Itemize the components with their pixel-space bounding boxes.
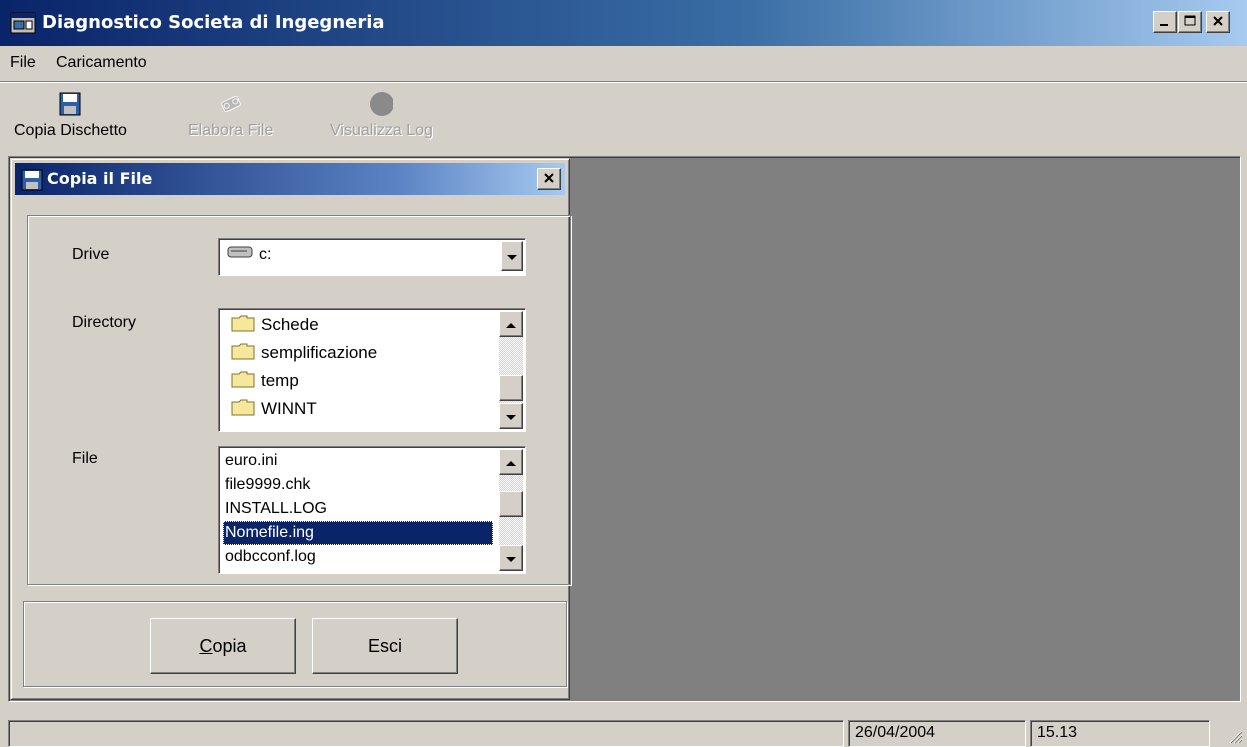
copy-button-text: opia <box>212 635 247 656</box>
scroll-thumb[interactable] <box>499 491 523 517</box>
button-frame: Copia Esci <box>23 601 567 687</box>
dialog-close-button[interactable] <box>537 168 561 190</box>
app-icon <box>10 12 36 34</box>
dialog-title: Copia il File <box>47 169 153 188</box>
process-icon <box>219 90 243 118</box>
file-item[interactable]: euro.ini <box>223 449 493 473</box>
directory-label: Directory <box>72 314 137 331</box>
file-label: File <box>72 450 98 467</box>
status-date: 26/04/2004 <box>848 720 1026 747</box>
scroll-up-button[interactable] <box>499 449 523 475</box>
menu-caricamento[interactable]: Caricamento <box>56 54 147 72</box>
exit-button-label: Esci <box>367 635 402 656</box>
dialog-title-bar[interactable]: Copia il File <box>15 163 565 195</box>
chevron-down-icon <box>506 408 516 424</box>
menu-file[interactable]: File <box>10 54 36 72</box>
chevron-up-icon <box>506 454 516 470</box>
directory-item[interactable]: semplificazione <box>223 339 493 367</box>
file-listbox[interactable]: euro.ini file9999.chk INSTALL.LOG Nomefi… <box>218 446 526 574</box>
maximize-button[interactable] <box>1178 11 1202 33</box>
window-title: Diagnostico Societa di Ingegneria <box>42 12 385 33</box>
status-bar: 26/04/2004 15.13 <box>0 716 1247 747</box>
copy-button-label: Copia <box>199 636 246 657</box>
directory-name: WINNT <box>261 399 317 418</box>
directory-scrollbar[interactable] <box>499 311 523 429</box>
minimize-icon <box>1159 14 1171 30</box>
status-time: 15.13 <box>1030 720 1210 747</box>
folder-icon <box>231 370 255 393</box>
file-item-selected[interactable]: Nomefile.ing <box>223 521 493 545</box>
process-file-label: Elabora File <box>188 122 274 139</box>
directory-name: temp <box>261 371 299 390</box>
file-item[interactable]: odbcconf.log <box>223 545 493 569</box>
floppy-disk-icon <box>58 90 82 118</box>
close-button[interactable] <box>1206 11 1230 33</box>
chevron-up-icon <box>506 316 516 332</box>
directory-name: Schede <box>261 315 319 334</box>
drive-combobox[interactable]: c: <box>218 238 526 276</box>
floppy-disk-icon <box>21 169 43 191</box>
close-icon <box>1212 14 1224 30</box>
drive-value-text: c: <box>259 245 272 263</box>
status-panel-message <box>8 720 844 747</box>
circle-icon <box>369 90 394 118</box>
folder-icon <box>231 314 255 337</box>
process-file-button[interactable]: Elabora File <box>188 90 273 140</box>
directory-item[interactable]: Schede <box>223 311 493 339</box>
directory-name: semplificazione <box>261 343 378 362</box>
file-scrollbar[interactable] <box>499 449 523 571</box>
chevron-down-icon <box>506 550 516 566</box>
drive-dropdown-button[interactable] <box>501 241 523 271</box>
resize-grip-icon[interactable] <box>1227 728 1243 744</box>
copy-file-dialog: Copia il File Drive c: Directory Schede … <box>10 158 571 700</box>
view-log-label: Visualizza Log <box>330 122 433 139</box>
exit-button[interactable]: Esci <box>312 618 458 674</box>
selection-frame: Drive c: Directory Schede semplificazion… <box>27 215 571 585</box>
toolbar: Copia Dischetto Elabora File Visualizza … <box>0 84 1247 154</box>
view-log-button[interactable]: Visualizza Log <box>330 90 433 140</box>
copy-disk-label: Copia Dischetto <box>14 122 127 139</box>
scroll-thumb[interactable] <box>499 375 523 401</box>
chevron-down-icon <box>507 248 517 264</box>
directory-listbox[interactable]: Schede semplificazione temp WINNT <box>218 308 526 432</box>
file-item[interactable]: INSTALL.LOG <box>223 497 493 521</box>
directory-item[interactable]: WINNT <box>223 395 493 423</box>
copy-button[interactable]: Copia <box>150 618 296 674</box>
scroll-up-button[interactable] <box>499 311 523 337</box>
close-icon <box>543 171 555 187</box>
scroll-down-button[interactable] <box>499 545 523 571</box>
hard-drive-icon <box>227 245 253 264</box>
drive-label: Drive <box>72 246 110 263</box>
copy-disk-button[interactable]: Copia Dischetto <box>14 90 127 140</box>
maximize-icon <box>1184 14 1196 30</box>
scroll-down-button[interactable] <box>499 403 523 429</box>
folder-icon <box>231 398 255 421</box>
title-bar[interactable]: Diagnostico Societa di Ingegneria <box>0 0 1247 46</box>
directory-item[interactable]: temp <box>223 367 493 395</box>
file-item[interactable]: file9999.chk <box>223 473 493 497</box>
folder-icon <box>231 342 255 365</box>
menu-bar: File Caricamento <box>0 46 1247 82</box>
minimize-button[interactable] <box>1153 11 1177 33</box>
drive-value: c: <box>227 245 271 264</box>
copy-button-accelerator: C <box>199 635 213 656</box>
